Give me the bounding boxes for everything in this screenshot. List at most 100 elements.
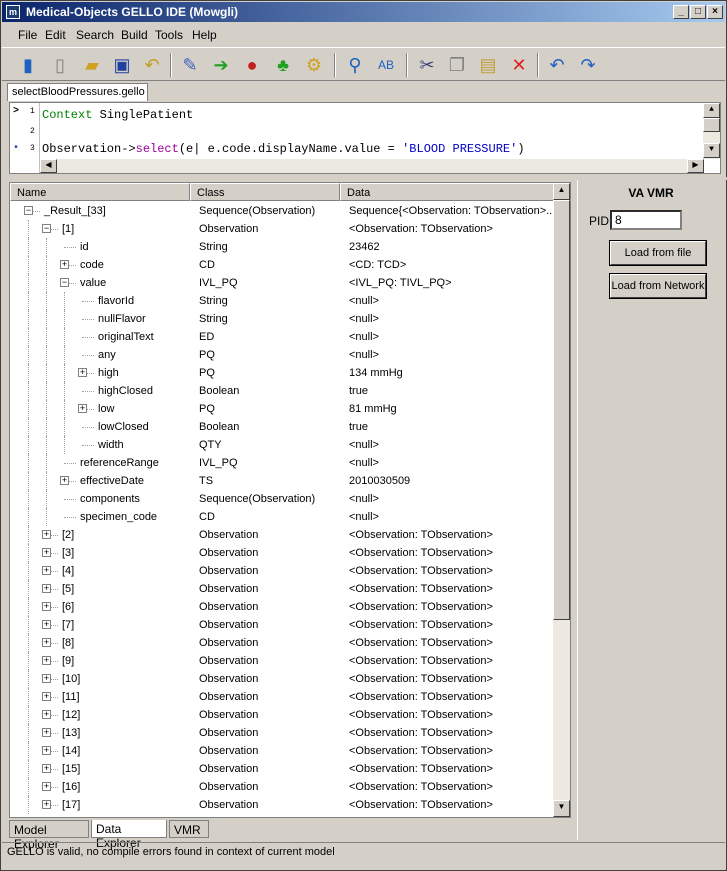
collapse-icon[interactable]: −	[60, 278, 69, 287]
tree-row[interactable]: specimen_code CD <null>	[10, 508, 555, 526]
new-file-icon[interactable]: ▯	[46, 51, 74, 79]
tree-row[interactable]: + [8] Observation <Observation: TObservatio…	[10, 634, 555, 652]
menu-help[interactable]: Help	[192, 28, 217, 42]
tree-row[interactable]: + [7] Observation <Observation: TObservatio…	[10, 616, 555, 634]
load-from-file-button[interactable]: Load from file	[609, 240, 707, 266]
expand-icon[interactable]: +	[42, 782, 51, 791]
scroll-thumb[interactable]	[553, 200, 570, 620]
menu-file[interactable]: File	[18, 28, 37, 42]
editor-horizontal-scrollbar[interactable]: ◀ ▶	[40, 159, 704, 173]
expand-icon[interactable]: +	[42, 728, 51, 737]
undo-file-icon[interactable]: ↶	[138, 51, 166, 79]
tree-row[interactable]: − value IVL_PQ <IVL_PQ: TIVL_PQ>	[10, 274, 555, 292]
tree-row[interactable]: id String 23462	[10, 238, 555, 256]
tree-row[interactable]: + [11] Observation <Observation: TObservati…	[10, 688, 555, 706]
tree-row[interactable]: + [6] Observation <Observation: TObservatio…	[10, 598, 555, 616]
expand-icon[interactable]: +	[42, 548, 51, 557]
scroll-down-icon[interactable]: ▼	[703, 143, 720, 158]
expand-icon[interactable]: +	[42, 800, 51, 809]
expand-icon[interactable]: +	[42, 746, 51, 755]
cut-icon[interactable]: ✂	[413, 51, 441, 79]
tree-row[interactable]: + code CD <CD: TCD>	[10, 256, 555, 274]
tree-row[interactable]: + [16] Observation <Observation: TObservati…	[10, 778, 555, 796]
scroll-thumb[interactable]	[703, 118, 720, 132]
expand-icon[interactable]: +	[60, 260, 69, 269]
column-name-header[interactable]: Name	[10, 183, 190, 201]
expand-icon[interactable]: +	[42, 692, 51, 701]
undo-icon[interactable]: ↶	[543, 51, 571, 79]
scroll-down-icon[interactable]: ▼	[553, 800, 570, 817]
expand-icon[interactable]: +	[42, 710, 51, 719]
tree-row[interactable]: + [2] Observation <Observation: TObservatio…	[10, 526, 555, 544]
find-icon[interactable]: ⚲	[341, 51, 369, 79]
go-arrow-icon[interactable]: ➔	[207, 51, 235, 79]
expand-icon[interactable]: +	[42, 602, 51, 611]
replace-icon[interactable]: AB	[372, 51, 400, 79]
expand-icon[interactable]: +	[78, 404, 87, 413]
expand-icon[interactable]: +	[42, 674, 51, 683]
minimize-button[interactable]: _	[673, 5, 689, 19]
close-button[interactable]: ×	[707, 5, 723, 19]
file-tab[interactable]: selectBloodPressures.gello	[7, 83, 148, 101]
scroll-up-icon[interactable]: ▲	[553, 183, 570, 200]
code-editor[interactable]: > 1 2 • 3 Context SinglePatient Observat…	[9, 102, 721, 174]
tree-row[interactable]: + [4] Observation <Observation: TObservatio…	[10, 562, 555, 580]
collapse-icon[interactable]: −	[42, 224, 51, 233]
expand-icon[interactable]: +	[60, 476, 69, 485]
expand-icon[interactable]: +	[42, 764, 51, 773]
editor-vertical-scrollbar[interactable]: ▲ ▼	[703, 103, 720, 159]
scroll-right-icon[interactable]: ▶	[687, 159, 704, 173]
expand-icon[interactable]: +	[42, 620, 51, 629]
collapse-icon[interactable]: −	[24, 206, 33, 215]
menu-edit[interactable]: Edit	[45, 28, 66, 42]
expand-icon[interactable]: +	[42, 530, 51, 539]
magic-wand-icon[interactable]: ✎	[176, 51, 204, 79]
redo-icon[interactable]: ↷	[574, 51, 602, 79]
tree-row[interactable]: lowClosed Boolean true	[10, 418, 555, 436]
tab-model-explorer[interactable]: Model Explorer	[9, 820, 89, 851]
menu-build[interactable]: Build	[121, 28, 148, 42]
tree-row[interactable]: + [10] Observation <Observation: TObservati…	[10, 670, 555, 688]
delete-icon[interactable]: ✕	[505, 51, 533, 79]
tree-row[interactable]: any PQ <null>	[10, 346, 555, 364]
tab-vmr[interactable]: VMR	[169, 820, 209, 838]
tree-row[interactable]: width QTY <null>	[10, 436, 555, 454]
tab-data-explorer[interactable]: Data Explorer	[91, 820, 167, 850]
tree-row[interactable]: + [15] Observation <Observation: TObservati…	[10, 760, 555, 778]
scroll-up-icon[interactable]: ▲	[703, 103, 720, 118]
exit-icon[interactable]: ▮	[14, 51, 42, 79]
load-from-network-button[interactable]: Load from Network	[609, 273, 707, 299]
tree-row[interactable]: flavorId String <null>	[10, 292, 555, 310]
tree-row[interactable]: nullFlavor String <null>	[10, 310, 555, 328]
tree-row[interactable]: − [1] Observation <Observation: TObservatio…	[10, 220, 555, 238]
record-icon[interactable]: ●	[238, 51, 266, 79]
tree-row[interactable]: referenceRange IVL_PQ <null>	[10, 454, 555, 472]
column-data-header[interactable]: Data	[340, 183, 555, 201]
tree-row[interactable]: + [14] Observation <Observation: TObservati…	[10, 742, 555, 760]
tree-row[interactable]: + [9] Observation <Observation: TObservatio…	[10, 652, 555, 670]
tree-icon[interactable]: ♣	[269, 51, 297, 79]
tree-row[interactable]: + [5] Observation <Observation: TObservatio…	[10, 580, 555, 598]
expand-icon[interactable]: +	[42, 566, 51, 575]
menu-tools[interactable]: Tools	[155, 28, 183, 42]
menu-search[interactable]: Search	[76, 28, 114, 42]
maximize-button[interactable]: □	[690, 5, 706, 19]
tree-row[interactable]: + [12] Observation <Observation: TObservati…	[10, 706, 555, 724]
tree-row[interactable]: + [13] Observation <Observation: TObservati…	[10, 724, 555, 742]
copy-icon[interactable]: ❐	[443, 51, 471, 79]
expand-icon[interactable]: +	[78, 368, 87, 377]
tree-row[interactable]: + [3] Observation <Observation: TObservatio…	[10, 544, 555, 562]
save-icon[interactable]: ▣	[108, 51, 136, 79]
tree-row[interactable]: originalText ED <null>	[10, 328, 555, 346]
tree-row[interactable]: + high PQ 134 mmHg	[10, 364, 555, 382]
expand-icon[interactable]: +	[42, 584, 51, 593]
tree-row[interactable]: − _Result_[33] Sequence(Observation) Sequen…	[10, 202, 555, 220]
tree-row[interactable]: components Sequence(Observation) <null>	[10, 490, 555, 508]
tree-row[interactable]: highClosed Boolean true	[10, 382, 555, 400]
tree-row[interactable]: + low PQ 81 mmHg	[10, 400, 555, 418]
tree-row[interactable]: + effectiveDate TS 2010030509	[10, 472, 555, 490]
paste-icon[interactable]: ▤	[474, 51, 502, 79]
scroll-left-icon[interactable]: ◀	[40, 159, 57, 173]
gears-icon[interactable]: ⚙	[300, 51, 328, 79]
tree-row[interactable]: + [17] Observation <Observation: TObservati…	[10, 796, 555, 814]
